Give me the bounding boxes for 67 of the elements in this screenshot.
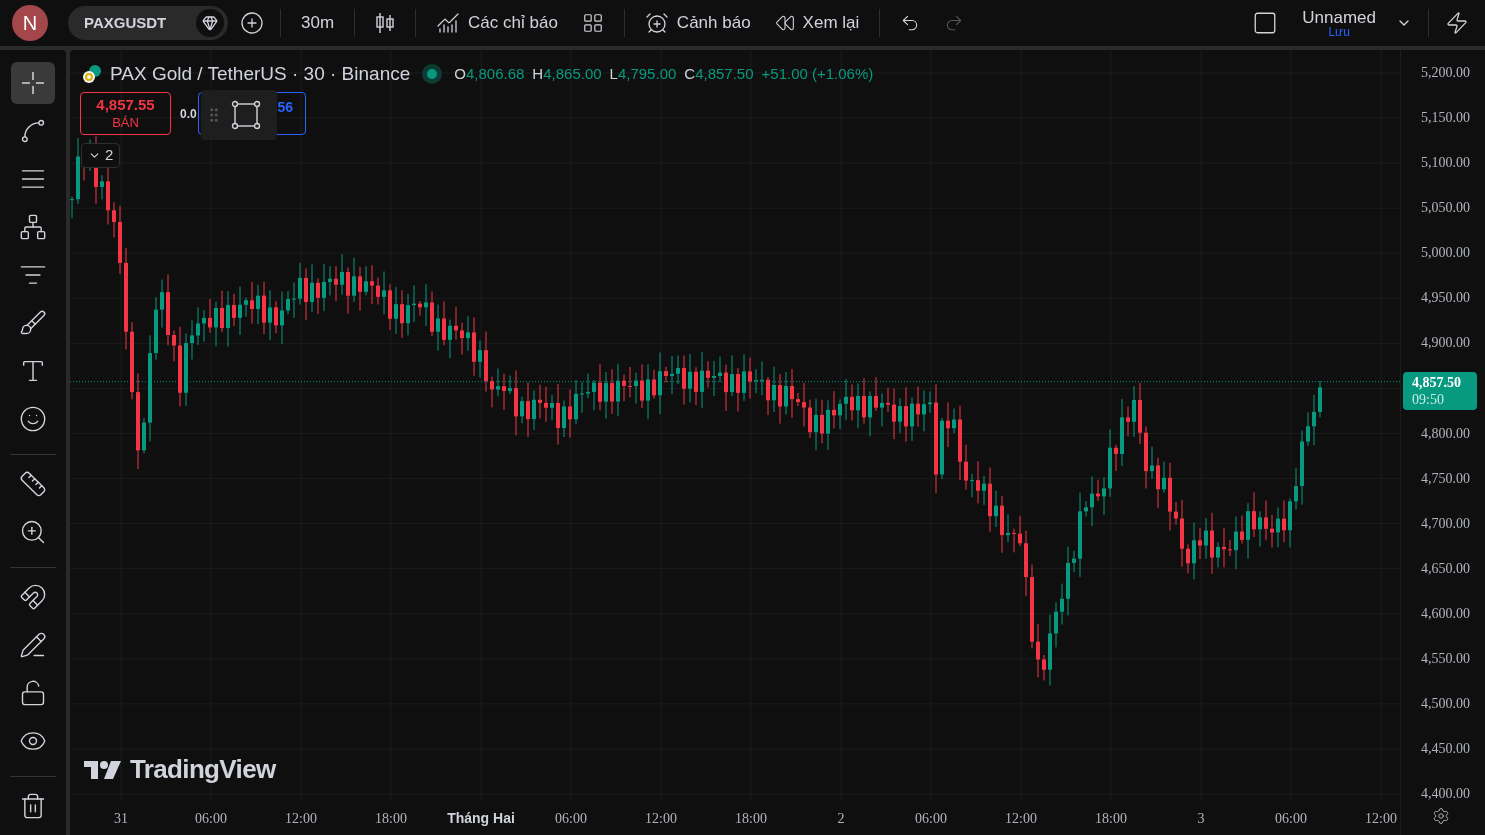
tradingview-logo: TradingView: [130, 753, 276, 786]
time-label: 3: [1197, 810, 1205, 828]
smile-icon: [19, 405, 47, 433]
ohlc-value: H4,865.00: [532, 64, 602, 84]
alarm-clock-icon: [644, 11, 669, 35]
time-label: 18:00: [1095, 810, 1127, 828]
ohlc-value: L4,795.00: [609, 64, 677, 84]
time-label: 31: [114, 810, 128, 828]
select-box-icon[interactable]: [231, 100, 261, 130]
price-label: 5,000.00: [1421, 246, 1470, 261]
alerts-button[interactable]: Cảnh báo: [636, 10, 759, 36]
price-label: 5,200.00: [1421, 66, 1470, 80]
zoom-in-icon: [19, 518, 47, 546]
time-label: 18:00: [735, 810, 767, 828]
ohlc-value: C4,857.50: [684, 64, 754, 84]
time-label: 12:00: [1365, 810, 1397, 828]
time-label: 12:00: [645, 810, 677, 828]
sell-button[interactable]: 4,857.55 BÁN: [80, 92, 171, 135]
rewind-icon: [774, 13, 795, 33]
price-label: 4,450.00: [1421, 741, 1470, 756]
layout-name-button[interactable]: Unnamed Lưu: [1294, 8, 1384, 38]
crosshair-icon: [20, 70, 46, 96]
time-label: 06:00: [915, 810, 947, 828]
price-label: 4,550.00: [1421, 651, 1470, 666]
time-label: 06:00: [1275, 810, 1307, 828]
spread-value: 0.0: [180, 105, 198, 123]
replay-button[interactable]: Xem lại: [766, 10, 868, 36]
time-label: 12:00: [285, 810, 317, 828]
tradingview-logo-icon: [84, 758, 122, 781]
chart-icon: [436, 11, 461, 35]
change-value: +51.00 (+1.06%): [761, 64, 874, 84]
settings-icon[interactable]: [1432, 807, 1450, 825]
current-price-tag: 4,857.50 09:50: [1403, 371, 1477, 410]
price-label: 5,050.00: [1421, 201, 1470, 216]
time-label: 18:00: [375, 810, 407, 828]
symbol-title: PAX Gold / TetherUS · 30 · Binance: [110, 62, 411, 86]
time-label: 06:00: [195, 810, 227, 828]
lock-icon: [19, 679, 47, 707]
magnet-icon: [19, 583, 47, 611]
price-label: 5,100.00: [1421, 156, 1470, 171]
time-label: 06:00: [555, 810, 587, 828]
ruler-icon: [19, 470, 47, 498]
price-label: 4,600.00: [1421, 606, 1470, 621]
time-label: Tháng Hai: [447, 809, 515, 828]
coin-icon: [82, 64, 102, 85]
price-label: 4,900.00: [1421, 336, 1470, 351]
price-label: 4,700.00: [1421, 516, 1470, 531]
indicators-toggle[interactable]: 2: [81, 143, 121, 168]
time-label: 12:00: [1005, 810, 1037, 828]
user-avatar[interactable]: N: [12, 5, 48, 41]
interval-button[interactable]: 30m: [293, 10, 343, 36]
time-label: 2: [837, 810, 845, 828]
indicators-button[interactable]: Các chỉ báo: [428, 10, 566, 36]
symbol-search[interactable]: PAXGUSDT: [68, 6, 228, 40]
trash-icon: [19, 792, 47, 820]
market-status-icon: [422, 64, 443, 85]
price-label: 4,950.00: [1421, 291, 1470, 306]
price-label: 4,800.00: [1421, 426, 1470, 441]
price-label: 4,750.00: [1421, 471, 1470, 486]
price-label: 5,150.00: [1421, 111, 1470, 126]
ohlc-value: O4,806.68: [454, 64, 525, 84]
price-label: 4,650.00: [1421, 561, 1470, 576]
line-tool-icon: [19, 117, 47, 145]
price-label: 4,500.00: [1421, 696, 1470, 711]
price-label: 4,400.00: [1421, 787, 1470, 802]
brush-icon: [19, 309, 47, 337]
drawing-tool-button[interactable]: [11, 62, 55, 104]
